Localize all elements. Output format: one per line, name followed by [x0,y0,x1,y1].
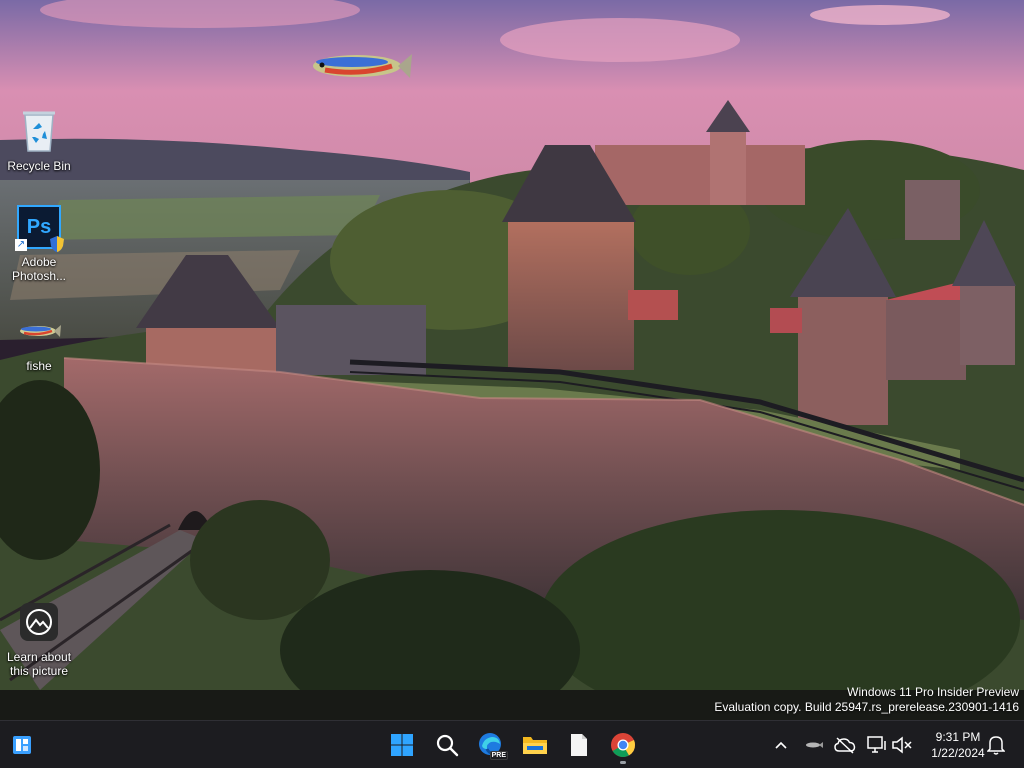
edge-pre-icon: PRE [478,732,508,760]
desktop-icon-photoshop[interactable]: Ps ↗ Adobe Photosh... [1,203,77,283]
watermark-line-edition: Windows 11 Pro Insider Preview [847,685,1019,699]
widgets-button[interactable] [2,725,42,765]
desktop-icon-label: fishe [26,359,52,373]
document-icon [571,734,587,756]
show-hidden-icons-button[interactable] [769,733,793,757]
photoshop-icon: Ps ↗ [15,203,65,253]
onedrive-button[interactable] [833,733,857,757]
network-icon [867,736,886,753]
desktop-icon-learn-about-picture[interactable]: Learn about this picture [1,598,77,678]
search-icon [436,734,459,757]
cloud-offline-icon [834,737,856,754]
search-button[interactable] [427,725,467,765]
desktop-icon-label: Recycle Bin [7,159,71,173]
uac-shield-icon [49,235,65,253]
tray-fish-app[interactable] [802,733,826,757]
notifications-button[interactable] [984,733,1008,757]
chrome-icon [611,733,636,758]
desktop-icon-fishe[interactable]: fishe [1,307,77,373]
evaluation-watermark: Windows 11 Pro Insider Preview Evaluatio… [714,685,1019,715]
widgets-icon [13,736,31,754]
fish-file-icon [15,307,63,355]
file-explorer-button[interactable] [515,725,555,765]
chrome-button[interactable] [603,725,643,765]
folder-icon [523,737,547,754]
volume-button[interactable] [890,733,914,757]
bell-icon [987,736,1005,755]
desktop-icon-label: Learn about this picture [6,650,72,678]
edge-pre-badge: PRE [489,751,508,760]
camera-info-icon [15,598,63,646]
fish-tray-icon [806,742,823,748]
watermark-line-build: Evaluation copy. Build 25947.rs_prerelea… [714,700,1019,714]
shortcut-arrow-icon: ↗ [15,239,27,251]
taskbar: PRE 9:31 PM 1/22/2024 [0,720,1024,768]
desktop-icon-label: Adobe Photosh... [11,255,67,283]
start-button[interactable] [382,725,422,765]
chevron-up-icon [775,741,787,749]
volume-muted-icon [892,736,912,754]
desktop-icon-recycle-bin[interactable]: Recycle Bin [1,107,77,173]
photoshop-badge-text: Ps [26,215,52,238]
recycle-bin-icon [15,107,63,155]
desktop-wallpaper [0,0,1024,720]
notepad-button[interactable] [559,725,599,765]
network-button[interactable] [865,733,889,757]
edge-preview-button[interactable]: PRE [471,725,511,765]
windows-logo-icon [391,734,413,756]
